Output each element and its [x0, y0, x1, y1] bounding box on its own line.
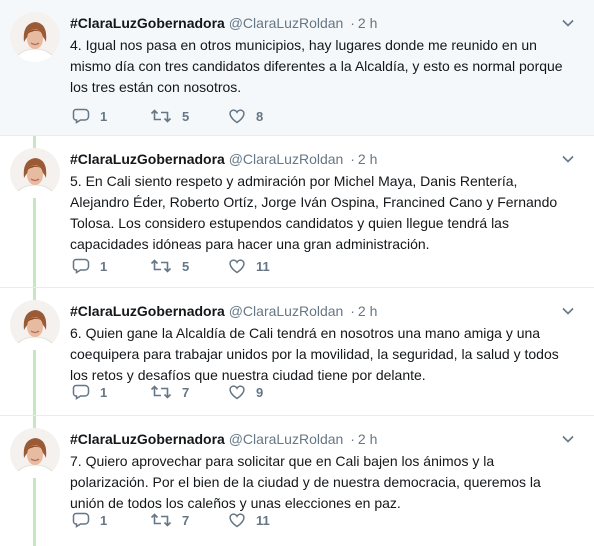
chevron-down-icon[interactable]	[558, 302, 578, 320]
tweet-header: #ClaraLuzGobernadora @ClaraLuzRoldan · 2 …	[70, 14, 574, 32]
retweet-icon	[150, 109, 172, 123]
like-count: 11	[256, 258, 270, 274]
retweet-count: 7	[182, 384, 190, 400]
chevron-down-icon[interactable]	[558, 14, 578, 32]
reply-button[interactable]: 1	[72, 258, 150, 274]
reply-count: 1	[100, 108, 108, 124]
timestamp[interactable]: 2 h	[358, 15, 377, 31]
heart-icon	[229, 109, 245, 124]
separator: ·	[350, 15, 355, 31]
reply-icon	[72, 258, 90, 274]
tweet-actions: 1 7 9	[72, 384, 306, 400]
tweet-actions: 1 5 8	[72, 108, 306, 124]
heart-icon	[229, 385, 245, 400]
reply-button[interactable]: 1	[72, 108, 150, 124]
retweet-count: 5	[182, 108, 190, 124]
heart-icon	[229, 259, 245, 274]
heart-icon	[229, 513, 245, 528]
tweet[interactable]: #ClaraLuzGobernadora @ClaraLuzRoldan · 2 …	[0, 416, 594, 546]
display-name[interactable]: #ClaraLuzGobernadora	[70, 303, 225, 319]
display-name[interactable]: #ClaraLuzGobernadora	[70, 431, 225, 447]
tweet-header: #ClaraLuzGobernadora @ClaraLuzRoldan · 2 …	[70, 430, 574, 448]
display-name[interactable]: #ClaraLuzGobernadora	[70, 15, 225, 31]
like-button[interactable]: 8	[228, 108, 306, 124]
tweet-header: #ClaraLuzGobernadora @ClaraLuzRoldan · 2 …	[70, 150, 574, 168]
timestamp[interactable]: 2 h	[358, 303, 377, 319]
reply-icon	[72, 384, 90, 400]
retweet-button[interactable]: 7	[150, 512, 228, 528]
tweet-actions: 1 7 11	[72, 512, 306, 528]
user-handle[interactable]: @ClaraLuzRoldan	[229, 15, 344, 31]
timestamp[interactable]: 2 h	[358, 431, 377, 447]
like-count: 11	[256, 512, 270, 528]
tweet-actions: 1 5 11	[72, 258, 306, 274]
user-handle[interactable]: @ClaraLuzRoldan	[229, 303, 344, 319]
retweet-button[interactable]: 7	[150, 384, 228, 400]
tweet-text: 7. Quiero aprovechar para solicitar que …	[70, 453, 541, 511]
avatar[interactable]	[10, 300, 60, 350]
tweet-header: #ClaraLuzGobernadora @ClaraLuzRoldan · 2 …	[70, 302, 574, 320]
retweet-button[interactable]: 5	[150, 258, 228, 274]
reply-count: 1	[100, 384, 108, 400]
reply-icon	[72, 108, 90, 124]
display-name[interactable]: #ClaraLuzGobernadora	[70, 151, 225, 167]
retweet-icon	[150, 385, 172, 399]
chevron-down-icon[interactable]	[558, 150, 578, 168]
separator: ·	[350, 151, 355, 167]
retweet-icon	[150, 513, 172, 527]
retweet-icon	[150, 259, 172, 273]
timestamp[interactable]: 2 h	[358, 151, 377, 167]
like-count: 8	[256, 108, 264, 124]
retweet-count: 5	[182, 258, 190, 274]
tweet-text: 6. Quien gane la Alcaldía de Cali tendrá…	[70, 325, 559, 383]
tweet-text: 5. En Cali siento respeto y admiración p…	[70, 173, 558, 252]
retweet-button[interactable]: 5	[150, 108, 228, 124]
reply-button[interactable]: 1	[72, 384, 150, 400]
separator: ·	[350, 431, 355, 447]
reply-button[interactable]: 1	[72, 512, 150, 528]
separator: ·	[350, 303, 355, 319]
like-count: 9	[256, 384, 264, 400]
chevron-down-icon[interactable]	[558, 430, 578, 448]
retweet-count: 7	[182, 512, 190, 528]
tweet[interactable]: #ClaraLuzGobernadora @ClaraLuzRoldan · 2 …	[0, 0, 594, 136]
reply-icon	[72, 512, 90, 528]
tweet[interactable]: #ClaraLuzGobernadora @ClaraLuzRoldan · 2 …	[0, 136, 594, 288]
reply-count: 1	[100, 258, 108, 274]
avatar[interactable]	[10, 12, 60, 62]
like-button[interactable]: 9	[228, 384, 306, 400]
like-button[interactable]: 11	[228, 512, 306, 528]
avatar[interactable]	[10, 148, 60, 198]
user-handle[interactable]: @ClaraLuzRoldan	[229, 151, 344, 167]
avatar[interactable]	[10, 428, 60, 478]
reply-count: 1	[100, 512, 108, 528]
tweet-text: 4. Igual nos pasa en otros municipios, h…	[70, 37, 563, 95]
user-handle[interactable]: @ClaraLuzRoldan	[229, 431, 344, 447]
like-button[interactable]: 11	[228, 258, 306, 274]
tweet[interactable]: #ClaraLuzGobernadora @ClaraLuzRoldan · 2 …	[0, 288, 594, 416]
